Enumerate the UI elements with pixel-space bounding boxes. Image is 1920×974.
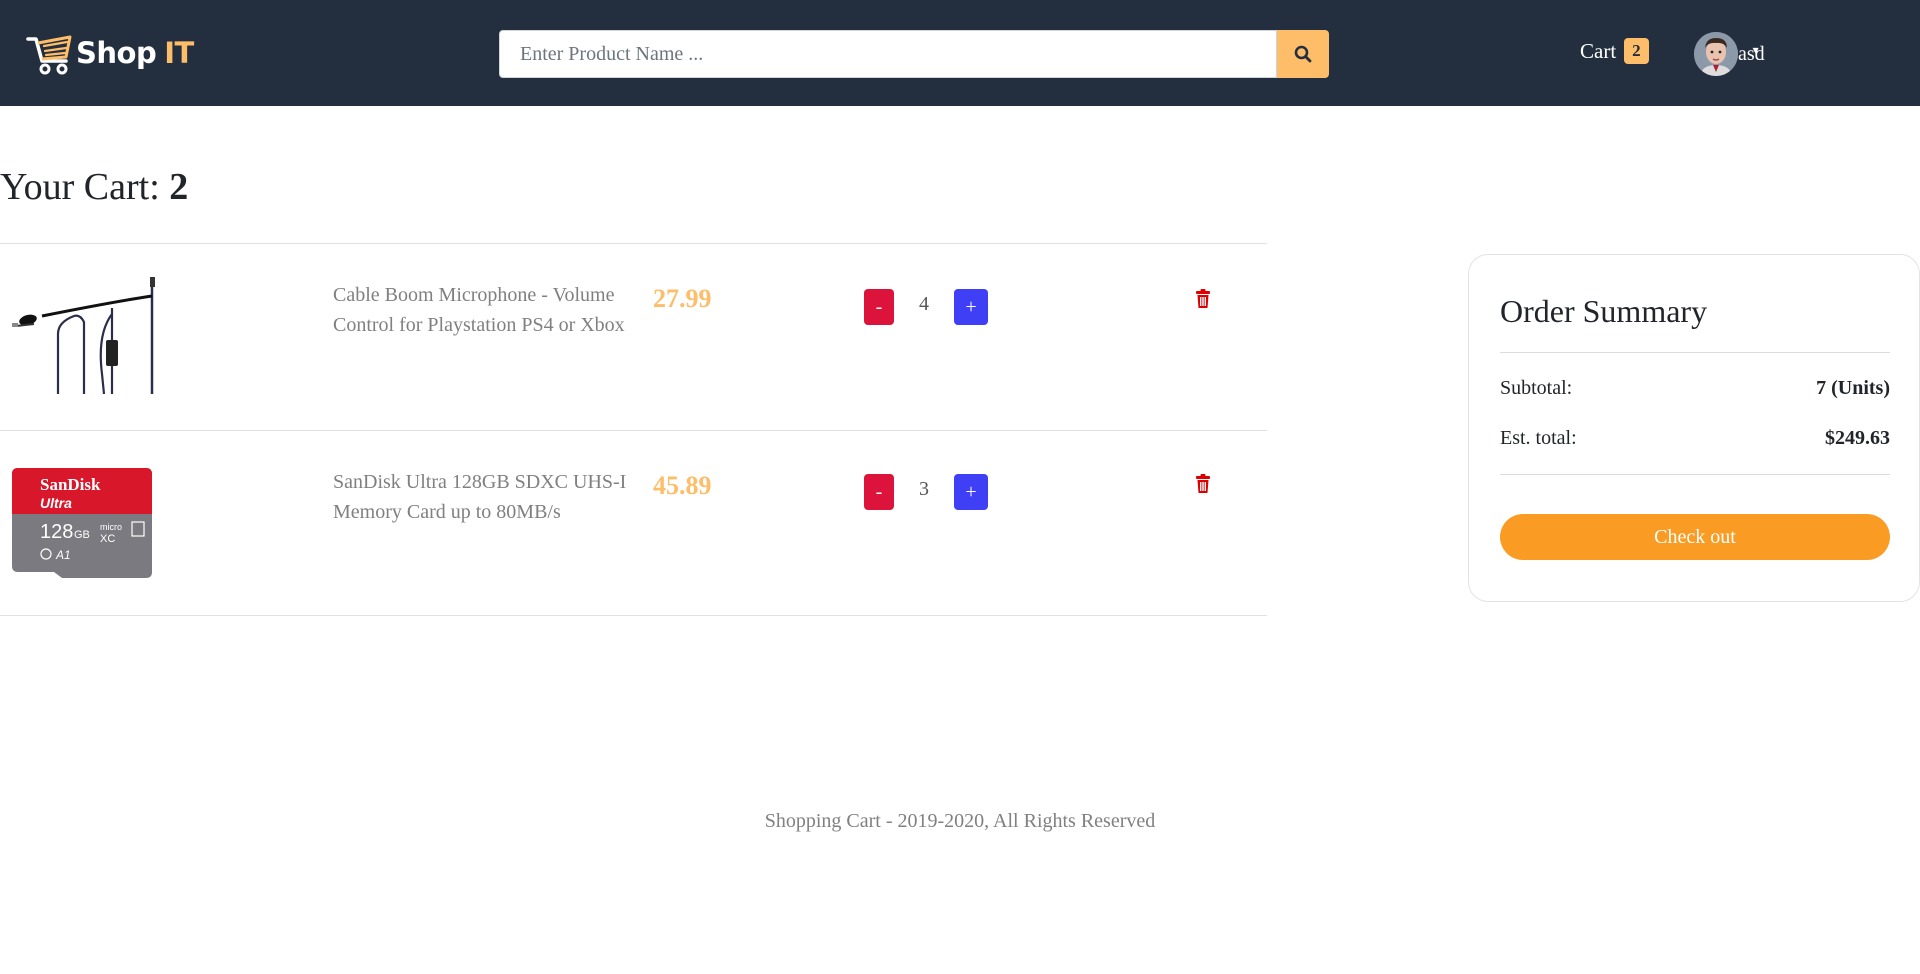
- svg-text:micro: micro: [100, 522, 122, 532]
- divider: [1500, 474, 1890, 475]
- logo-text: Shop IT: [76, 36, 194, 70]
- svg-text:SanDisk: SanDisk: [40, 475, 101, 494]
- user-avatar-icon: [1694, 32, 1738, 76]
- user-menu[interactable]: asd ▾: [1694, 32, 1765, 76]
- logo[interactable]: Shop IT: [24, 28, 204, 78]
- product-price: 45.89: [653, 471, 712, 500]
- navbar: ShopIT Cart 2 asd ▾: [0, 0, 1920, 106]
- divider: [1500, 352, 1890, 353]
- product-image[interactable]: SanDisk Ultra 128 GB micro XC A1: [12, 468, 157, 588]
- search-icon: [1294, 45, 1312, 63]
- subtotal-value: 7 (Units): [1816, 377, 1890, 399]
- page-title: Your Cart: 2: [0, 166, 189, 208]
- subtotal-label: Subtotal:: [1500, 377, 1573, 399]
- product-name-link[interactable]: SanDisk Ultra 128GB SDXC UHS-I Memory Ca…: [333, 467, 633, 527]
- chevron-down-icon[interactable]: ▾: [1753, 43, 1759, 58]
- footer-text: Shopping Cart - 2019-2020, All Rights Re…: [764, 810, 1156, 832]
- increase-quantity-button[interactable]: +: [954, 289, 988, 325]
- quantity-value[interactable]: 4: [904, 293, 944, 316]
- total-label: Est. total:: [1500, 427, 1577, 449]
- checkout-button[interactable]: Check out: [1500, 514, 1890, 560]
- quantity-value[interactable]: 3: [904, 478, 944, 501]
- order-summary-title: Order Summary: [1500, 293, 1708, 329]
- decrease-quantity-button[interactable]: -: [864, 289, 894, 325]
- trash-icon[interactable]: [1195, 474, 1211, 494]
- avatar[interactable]: [1694, 32, 1738, 76]
- shopping-cart-logo-icon: [26, 35, 72, 75]
- search-bar: [499, 30, 1329, 78]
- svg-text:Ultra: Ultra: [40, 495, 72, 511]
- cart-link[interactable]: Cart 2: [1580, 38, 1649, 64]
- search-input[interactable]: [499, 30, 1277, 78]
- product-image[interactable]: [12, 274, 157, 394]
- cart-item-count: 2: [169, 166, 189, 208]
- svg-text:A1: A1: [55, 548, 71, 562]
- cart-item: SanDisk Ultra 128 GB micro XC A1 SanDisk…: [0, 431, 1267, 616]
- search-button[interactable]: [1277, 30, 1329, 78]
- subtotal-row: Subtotal: 7 (Units): [1500, 377, 1890, 400]
- user-name[interactable]: asd: [1738, 43, 1765, 66]
- cart-item: Cable Boom Microphone - Volume Control f…: [0, 244, 1267, 429]
- cart-count-badge: 2: [1624, 38, 1649, 64]
- total-row: Est. total: $249.63: [1500, 427, 1890, 450]
- svg-text:GB: GB: [74, 529, 90, 541]
- order-summary-card: Order Summary Subtotal: 7 (Units) Est. t…: [1468, 254, 1920, 602]
- cart-label: Cart: [1580, 38, 1617, 63]
- svg-text:128: 128: [40, 521, 73, 543]
- divider: [0, 615, 1267, 616]
- product-price: 27.99: [653, 284, 712, 313]
- trash-icon[interactable]: [1195, 289, 1211, 309]
- svg-text:XC: XC: [100, 533, 115, 545]
- decrease-quantity-button[interactable]: -: [864, 474, 894, 510]
- increase-quantity-button[interactable]: +: [954, 474, 988, 510]
- total-value: $249.63: [1825, 427, 1890, 449]
- product-name-link[interactable]: Cable Boom Microphone - Volume Control f…: [333, 280, 633, 340]
